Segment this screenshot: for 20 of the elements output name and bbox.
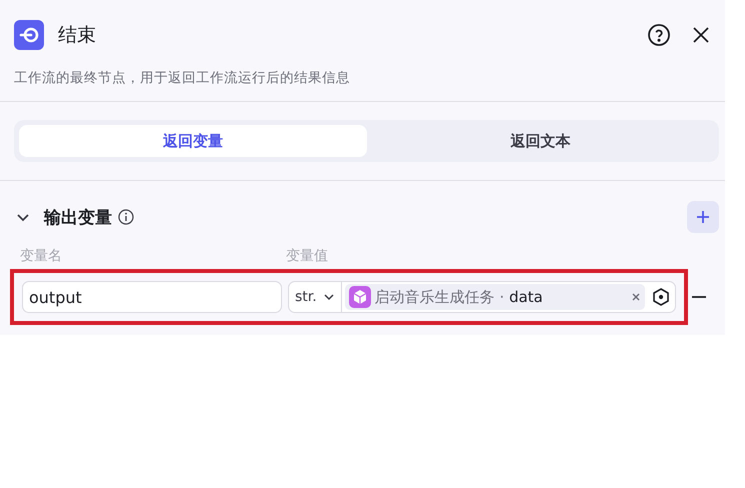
panel-title: 结束 (58, 22, 97, 48)
node-description: 工作流的最终节点，用于返回工作流运行后的结果信息 (0, 52, 725, 102)
plus-icon[interactable] (696, 210, 710, 224)
clear-button[interactable] (631, 292, 641, 302)
add-button[interactable] (687, 201, 719, 233)
column-label: 变量名 (20, 247, 63, 265)
column-label: 变量值 (286, 247, 329, 265)
reference-text: 启动音乐生成任务 · data (374, 288, 544, 306)
cube-icon (348, 286, 371, 308)
name-field[interactable]: output (22, 281, 282, 313)
tab[interactable]: 返回变量 (19, 125, 366, 157)
info-icon (118, 209, 134, 225)
remove-button[interactable] (692, 295, 706, 299)
type-select[interactable]: str. (289, 282, 342, 312)
tab[interactable]: 返回文本 (366, 125, 714, 157)
help-button[interactable] (647, 22, 671, 46)
variable-picker-icon[interactable] (651, 287, 671, 307)
close-button[interactable] (691, 24, 711, 44)
end-node-icon (14, 20, 44, 50)
section-title: 输出变量 (44, 206, 112, 228)
